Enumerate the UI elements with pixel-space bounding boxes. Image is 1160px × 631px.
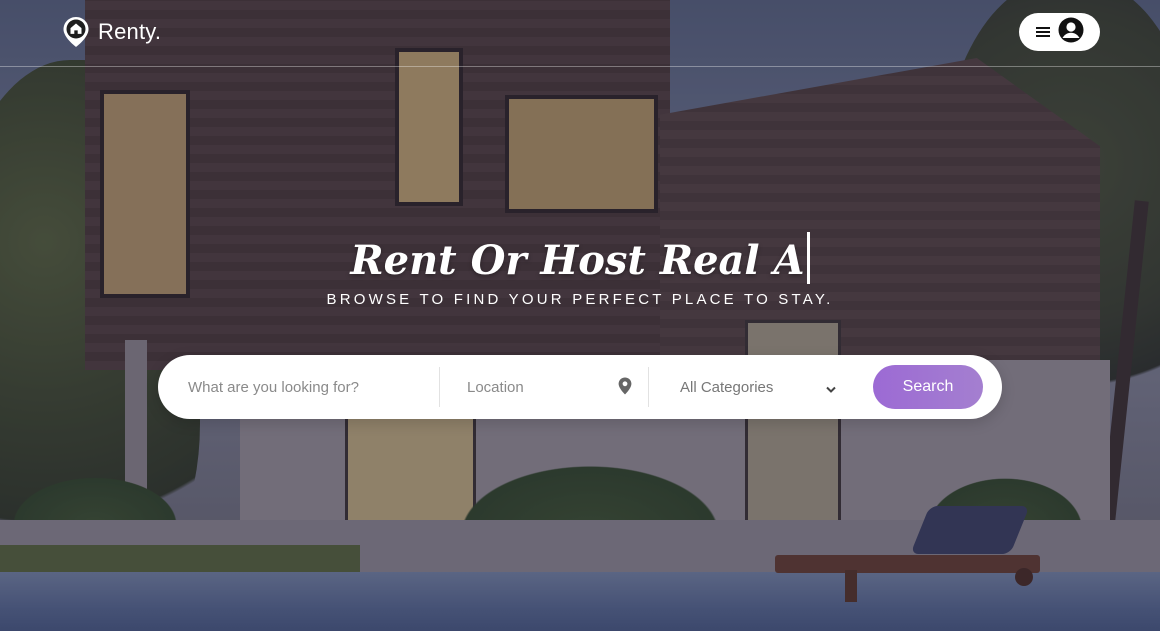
logo-link[interactable]: Renty.: [62, 16, 161, 48]
user-menu-button[interactable]: [1019, 13, 1100, 51]
typing-caret: [806, 231, 810, 284]
search-bar: All Categories Search: [158, 355, 1002, 419]
map-marker-icon[interactable]: [618, 377, 632, 399]
field-divider: [648, 367, 649, 407]
keyword-field: [188, 355, 428, 419]
hamburger-icon: [1035, 23, 1050, 42]
keyword-input[interactable]: [188, 378, 428, 396]
hero-subtitle: BROWSE TO FIND YOUR PERFECT PLACE TO STA…: [326, 291, 834, 308]
location-input[interactable]: [467, 378, 637, 396]
category-select[interactable]: All Categories: [680, 355, 840, 419]
hero-background: [0, 0, 1160, 631]
hero-title: Rent Or Host Real A: [0, 231, 1160, 284]
chevron-down-icon[interactable]: [826, 379, 836, 398]
site-header: Renty.: [0, 0, 1160, 67]
search-button[interactable]: Search: [873, 365, 983, 409]
home-pin-icon: [62, 16, 90, 48]
field-divider: [439, 367, 440, 407]
user-circle-icon: [1058, 17, 1084, 47]
category-value: All Categories: [680, 378, 774, 396]
location-field: [467, 355, 637, 419]
brand-name: Renty.: [98, 19, 162, 44]
